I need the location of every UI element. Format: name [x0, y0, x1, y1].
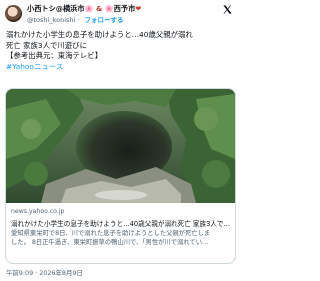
tweet-line-2: 死亡 家族3人で川遊びに: [6, 40, 87, 50]
author-name-part1: 小西トシ@横浜市: [27, 4, 85, 13]
card-desc-line-1: 愛知県東栄町で8日、川で溺れた息子を助けようとした父親が死亡しま: [11, 230, 211, 237]
tweet-line-1: 溺れかけた小学生の息子を助けようと…40歳父親が溺れ: [6, 30, 193, 39]
tweet-timestamp[interactable]: 午前9:09 · 2026年8月9日: [6, 268, 83, 277]
heart-icon: ❤: [135, 4, 142, 13]
author-display-name[interactable]: 小西トシ@横浜市🌸 & 🌸西予市❤: [27, 4, 141, 14]
author-name-amp: &: [93, 4, 105, 13]
author-handle-row: @toshi_konishi · フォローする: [27, 14, 124, 24]
card-description: 愛知県東栄町で8日、川で溺れた息子を助けようとした父親が死亡しま した。 8日正…: [11, 229, 231, 248]
flower-icon-2: 🌸: [104, 4, 114, 13]
handle-separator: ·: [75, 16, 82, 24]
tweet-embed: 小西トシ@横浜市🌸 & 🌸西予市❤ @toshi_konishi · フォローす…: [0, 0, 240, 281]
card-title[interactable]: 溺れかけた小学生の息子を助けようと…40歳父親が溺れ死亡 家族3人で…: [11, 218, 231, 228]
card-domain: news.yahoo.co.jp: [11, 208, 65, 215]
avatar[interactable]: [5, 5, 22, 22]
card-desc-line-2: した。 8日正午過ぎ、東栄町振草の鴨山川で、「男性が川で溺れてい…: [11, 239, 209, 247]
tweet-text: 溺れかけた小学生の息子を助けようと…40歳父親が溺れ 死亡 家族3人で川遊びに …: [6, 30, 234, 72]
hashtag-link[interactable]: #Yahooニュース: [6, 62, 234, 73]
card-image: [6, 89, 235, 203]
x-logo-icon[interactable]: [222, 4, 233, 15]
tweet-line-3: 【参考出典元：東海テレビ】: [6, 51, 103, 61]
author-handle[interactable]: @toshi_konishi: [27, 16, 75, 24]
link-card[interactable]: news.yahoo.co.jp 溺れかけた小学生の息子を助けようと…40歳父親…: [5, 88, 236, 264]
follow-button[interactable]: フォローする: [85, 16, 124, 24]
author-name-part2: 西予市: [113, 4, 136, 13]
